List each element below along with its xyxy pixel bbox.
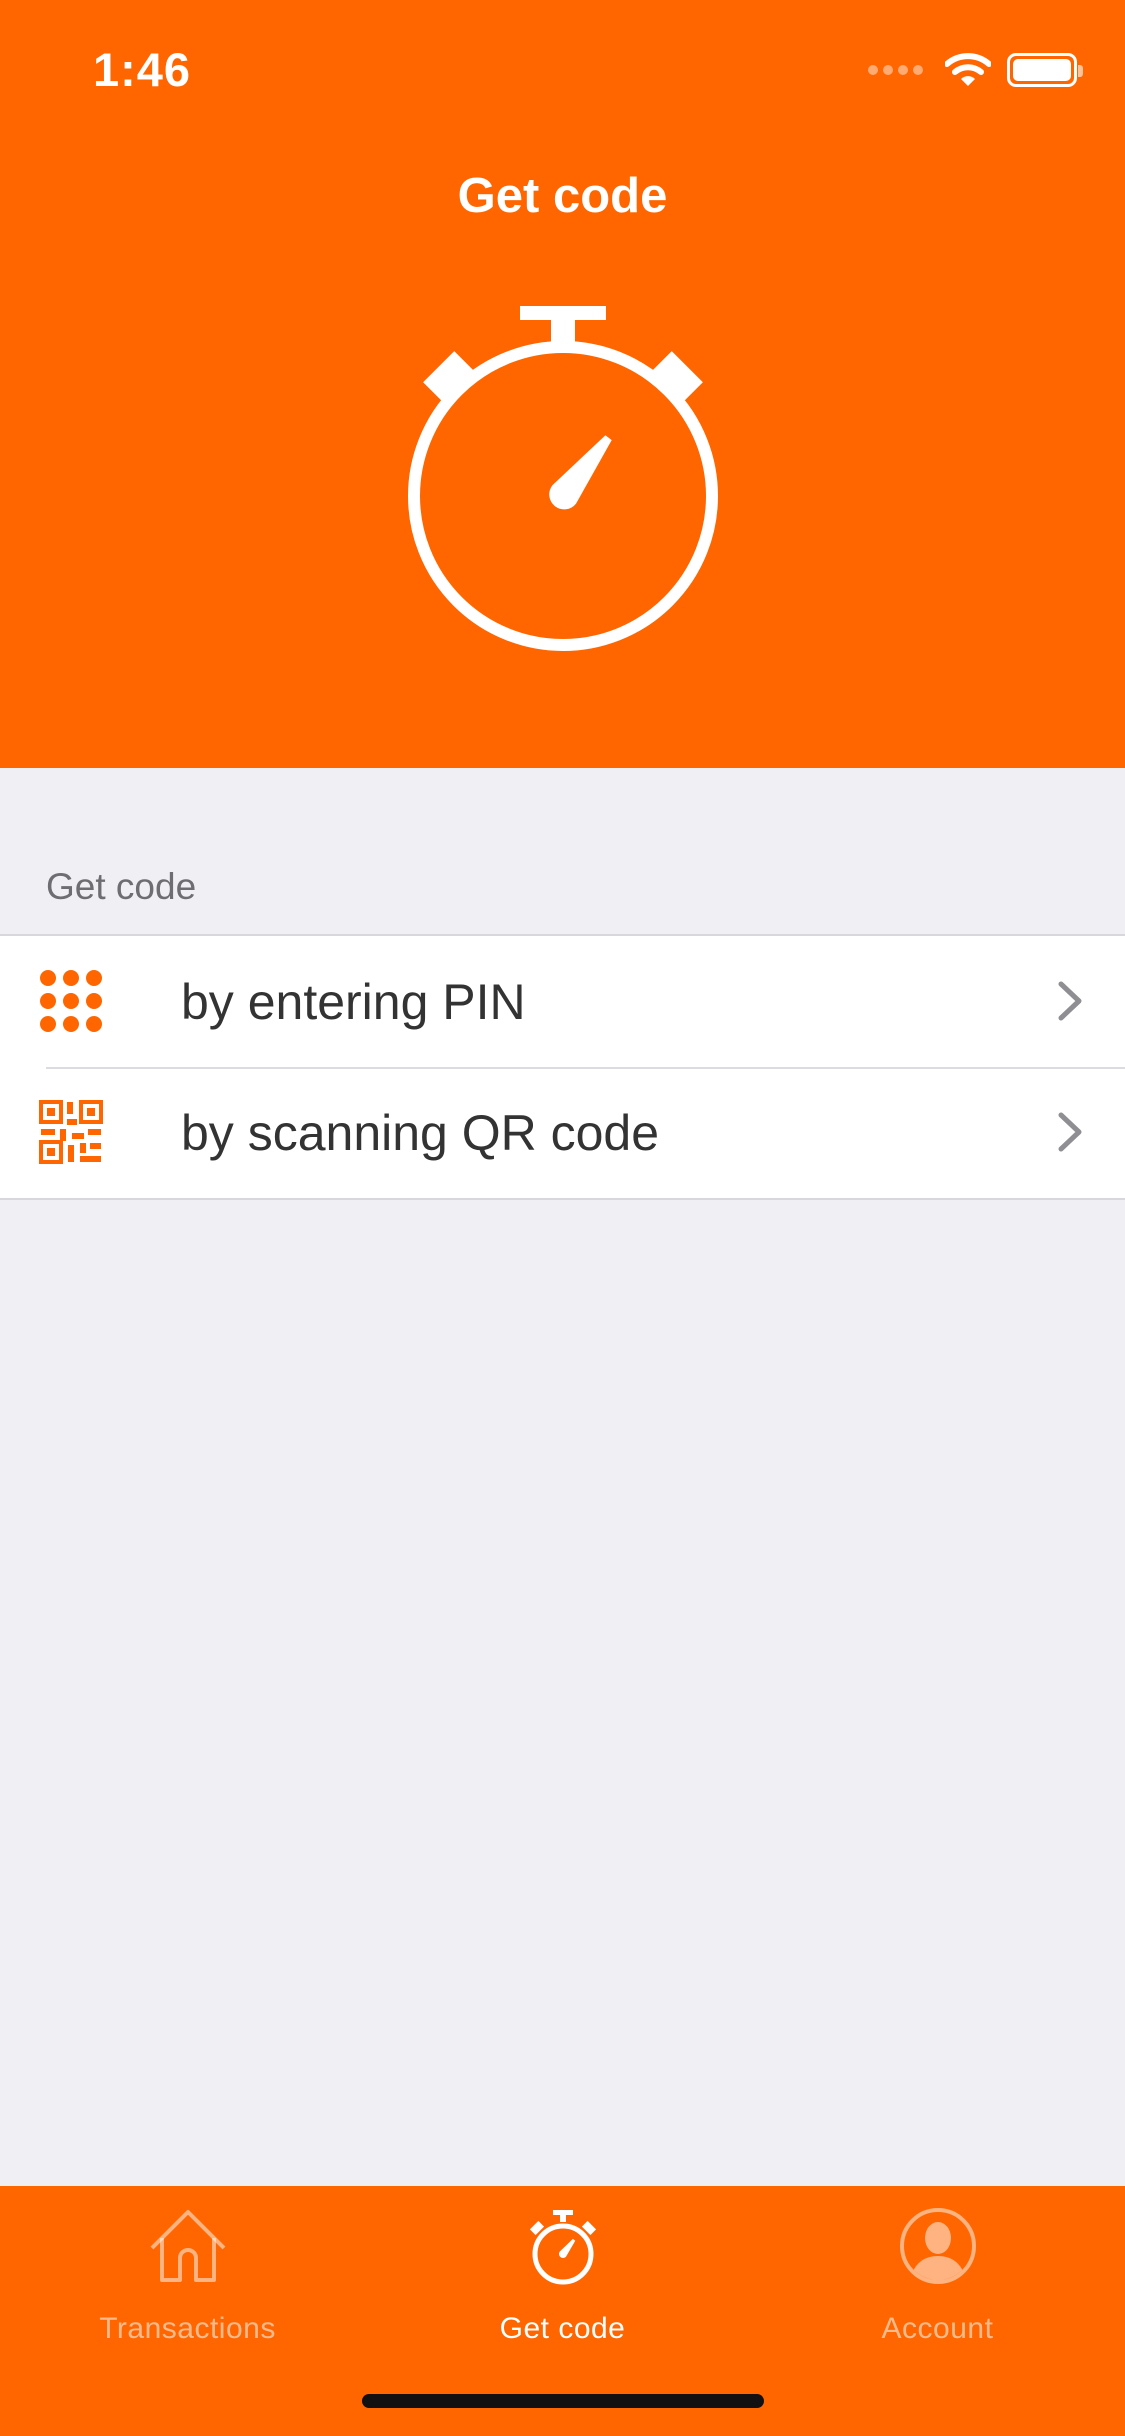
status-time: 1:46 bbox=[93, 43, 192, 96]
home-icon bbox=[150, 2210, 225, 2282]
screen: 1:46 Get code Get code by entering PIN b… bbox=[0, 0, 1125, 2436]
tab-transactions[interactable]: Transactions bbox=[0, 2186, 375, 2346]
tab-label: Transactions bbox=[99, 2312, 276, 2345]
stopwatch-icon bbox=[408, 306, 718, 651]
tab-get-code[interactable]: Get code bbox=[375, 2186, 750, 2346]
header: 1:46 Get code bbox=[0, 0, 1125, 768]
page-title: Get code bbox=[457, 169, 668, 223]
list-item-enter-pin[interactable]: by entering PIN bbox=[0, 936, 1125, 1067]
chevron-right-icon bbox=[1058, 1112, 1082, 1152]
cellular-signal-icon bbox=[868, 65, 923, 75]
chevron-right-icon bbox=[1058, 981, 1082, 1021]
user-icon bbox=[899, 2208, 976, 2284]
tab-account[interactable]: Account bbox=[750, 2186, 1125, 2346]
get-code-options-list: by entering PIN by scanning QR code bbox=[0, 934, 1125, 1200]
list-item-label: by scanning QR code bbox=[181, 1104, 660, 1161]
status-icons bbox=[868, 48, 1083, 92]
keypad-icon bbox=[40, 970, 102, 1032]
tab-bar: Transactions Get code Account bbox=[0, 2186, 1125, 2436]
stopwatch-icon bbox=[529, 2210, 596, 2285]
qr-code-icon bbox=[39, 1100, 103, 1164]
list-item-scan-qr[interactable]: by scanning QR code bbox=[0, 1067, 1125, 1198]
tab-label: Get code bbox=[499, 2312, 626, 2345]
tab-label: Account bbox=[881, 2312, 994, 2345]
home-indicator[interactable] bbox=[362, 2394, 764, 2408]
list-item-label: by entering PIN bbox=[181, 973, 526, 1030]
section-header: Get code bbox=[46, 866, 197, 907]
battery-icon bbox=[1007, 53, 1083, 87]
wifi-icon bbox=[945, 53, 991, 86]
